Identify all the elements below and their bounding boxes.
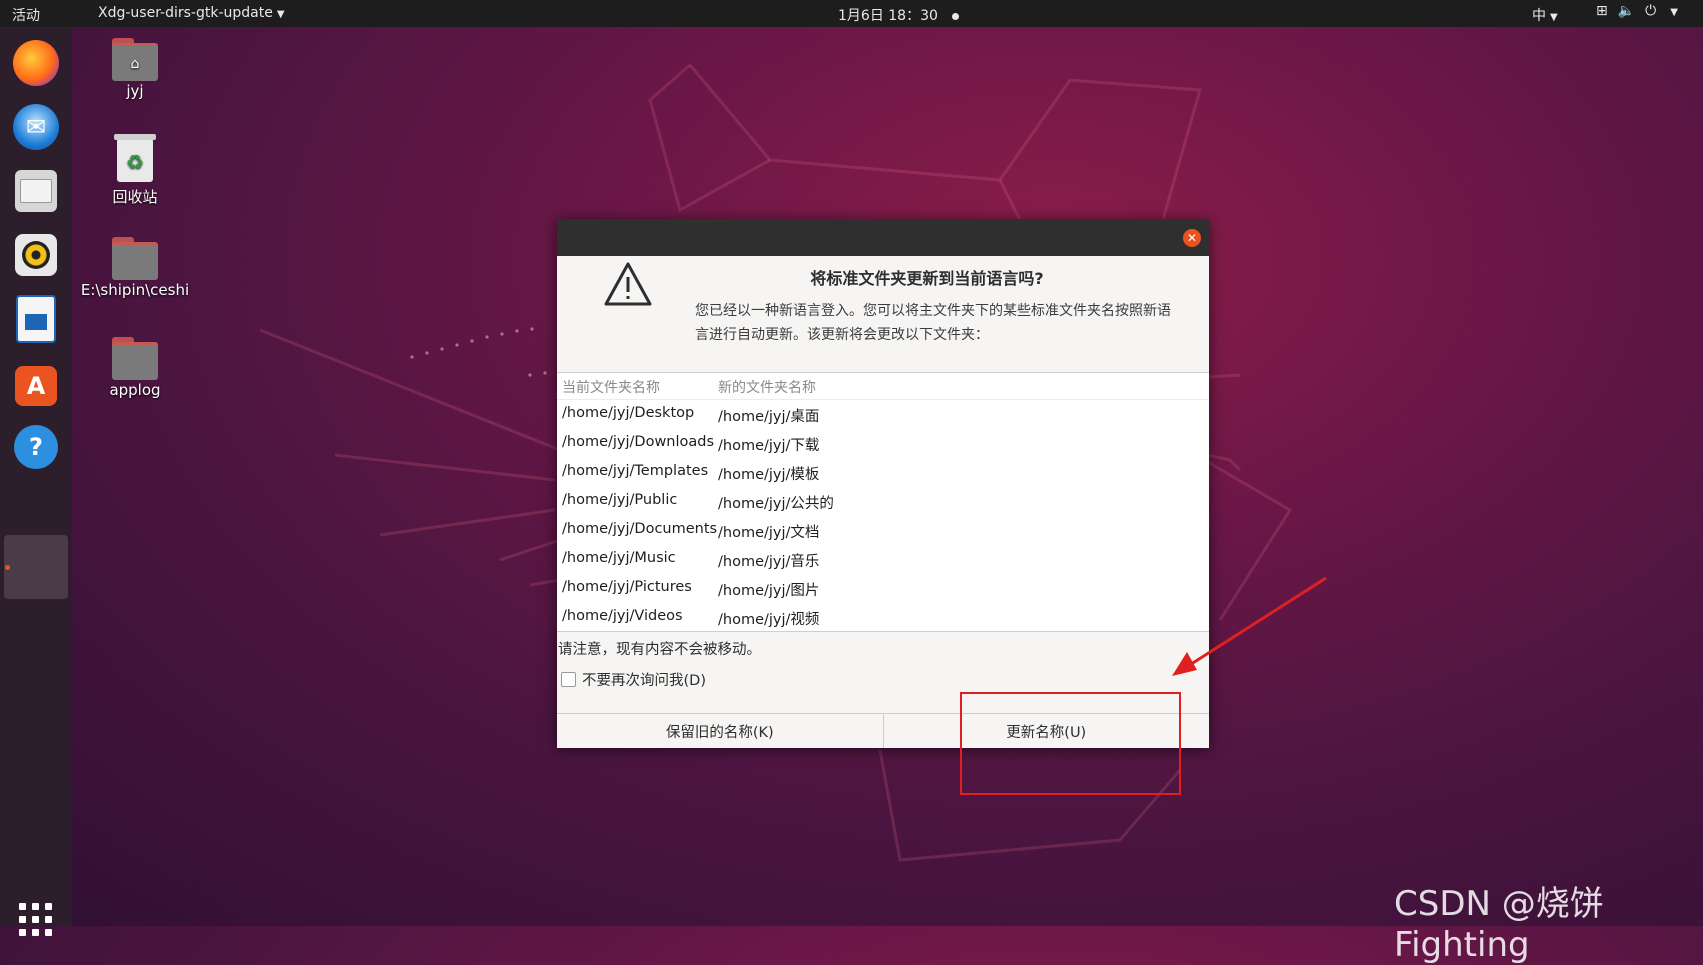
annotation-highlight-box — [960, 692, 1181, 795]
show-applications-icon[interactable] — [19, 903, 53, 937]
home-folder-icon: ⌂ — [112, 38, 158, 81]
new-folder-cell: /home/jyj/文档 — [718, 525, 820, 541]
dock-thunderbird[interactable]: ✉ — [10, 101, 62, 153]
input-method-label: 中 — [1532, 8, 1546, 24]
dock-rhythmbox[interactable] — [10, 229, 62, 281]
dock-files[interactable] — [10, 165, 62, 217]
new-folder-cell: /home/jyj/视频 — [718, 612, 820, 628]
libreoffice-writer-icon — [16, 295, 56, 343]
dock: ✉ A ? — [0, 27, 72, 936]
dock-firefox[interactable] — [10, 37, 62, 89]
running-indicator-icon — [5, 565, 10, 570]
chevron-down-icon: ▼ — [1550, 12, 1558, 23]
dialog-note: 请注意，现有内容不会被移动。 — [558, 642, 761, 658]
firefox-icon — [13, 40, 59, 86]
dialog-description: 您已经以一种新语言登入。您可以将主文件夹下的某些标准文件夹名按照新语言进行自动更… — [695, 303, 1171, 343]
desktop-item-label: jyj — [126, 82, 144, 100]
folder-icon — [112, 337, 158, 380]
table-row[interactable]: /home/jyj/Templates/home/jyj/模板 — [557, 458, 1209, 487]
update-folders-dialog: ✕ 将标准文件夹更新到当前语言吗? 您已经以一种新语言登入。您可以将主文件夹下的… — [557, 219, 1209, 748]
dock-software[interactable]: A — [10, 357, 62, 409]
dialog-heading: 将标准文件夹更新到当前语言吗? — [810, 269, 1044, 288]
clock-label: 1月6日 18：30 — [838, 8, 938, 24]
dock-active-item[interactable] — [4, 535, 68, 599]
app-menu-label: Xdg-user-dirs-gtk-update — [98, 5, 273, 21]
new-folder-cell: /home/jyj/图片 — [718, 583, 820, 599]
column-header-current[interactable]: 当前文件夹名称 — [562, 377, 660, 397]
app-menu[interactable]: Xdg-user-dirs-gtk-update ▼ — [98, 5, 285, 21]
desktop-item-label: 回收站 — [112, 188, 158, 206]
table-row[interactable]: /home/jyj/Videos/home/jyj/视频 — [557, 603, 1209, 632]
current-folder-cell: /home/jyj/Documents — [562, 521, 718, 537]
chevron-down-icon: ▼ — [276, 9, 285, 20]
desktop-item-label: E:\shipin\ceshi — [80, 281, 190, 299]
desktop-folder-ceshi[interactable]: E:\shipin\ceshi — [79, 237, 191, 299]
table-row[interactable]: /home/jyj/Music/home/jyj/音乐 — [557, 545, 1209, 574]
current-folder-cell: /home/jyj/Public — [562, 492, 678, 508]
current-folder-cell: /home/jyj/Pictures — [562, 579, 692, 595]
clock[interactable]: 1月6日 18：30 — [838, 5, 959, 25]
table-row[interactable]: /home/jyj/Desktop/home/jyj/桌面 — [557, 400, 1209, 429]
desktop-trash[interactable]: ♻ 回收站 — [80, 134, 190, 207]
folder-icon — [112, 237, 158, 280]
current-folder-cell: /home/jyj/Desktop — [562, 405, 695, 421]
current-folder-cell: /home/jyj/Videos — [562, 608, 683, 624]
system-tray[interactable]: ⊞🔈⏻ ▼ — [1596, 3, 1688, 19]
dialog-titlebar[interactable]: ✕ — [557, 219, 1209, 256]
table-row[interactable]: /home/jyj/Pictures/home/jyj/图片 — [557, 574, 1209, 603]
column-header-new[interactable]: 新的文件夹名称 — [718, 377, 816, 397]
files-icon — [15, 170, 57, 212]
chevron-down-icon: ▼ — [1670, 7, 1688, 18]
warning-icon — [604, 262, 652, 306]
thunderbird-icon: ✉ — [13, 104, 59, 150]
current-folder-cell: /home/jyj/Downloads — [562, 434, 715, 450]
power-icon: ⏻ — [1645, 3, 1667, 19]
dont-ask-again-checkbox[interactable]: 不要再次询问我(D) — [561, 669, 706, 690]
desktop-item-label: applog — [109, 381, 161, 399]
folder-rename-table: 当前文件夹名称 新的文件夹名称 /home/jyj/Desktop/home/j… — [557, 372, 1209, 632]
ubuntu-software-icon: A — [15, 366, 57, 406]
activities-button[interactable]: 活动 — [12, 5, 40, 25]
close-icon[interactable]: ✕ — [1183, 229, 1201, 247]
current-folder-cell: /home/jyj/Music — [562, 550, 676, 566]
dock-writer[interactable] — [10, 293, 62, 345]
desktop-folder-applog[interactable]: applog — [80, 337, 190, 399]
keep-old-names-button[interactable]: 保留旧的名称(K) — [557, 714, 883, 748]
network-icon: ⊞ — [1596, 3, 1618, 19]
watermark: CSDN @烧饼Fighting — [1394, 884, 1604, 965]
checkbox-label: 不要再次询问我(D) — [582, 673, 706, 689]
table-row[interactable]: /home/jyj/Downloads/home/jyj/下载 — [557, 429, 1209, 458]
dock-help[interactable]: ? — [10, 421, 62, 473]
volume-icon: 🔈 — [1617, 3, 1646, 19]
new-folder-cell: /home/jyj/下载 — [718, 438, 820, 454]
current-folder-cell: /home/jyj/Templates — [562, 463, 709, 479]
trash-icon: ♻ — [114, 134, 156, 182]
new-folder-cell: /home/jyj/模板 — [718, 467, 820, 483]
input-method-menu[interactable]: 中 ▼ — [1532, 5, 1558, 25]
table-row[interactable]: /home/jyj/Documents/home/jyj/文档 — [557, 516, 1209, 545]
checkbox-box[interactable] — [561, 672, 576, 687]
rhythmbox-icon — [15, 234, 57, 276]
top-bar: 活动 Xdg-user-dirs-gtk-update ▼ 1月6日 18：30 … — [0, 0, 1703, 27]
notification-dot-icon — [951, 12, 959, 20]
new-folder-cell: /home/jyj/桌面 — [718, 409, 820, 425]
table-row[interactable]: /home/jyj/Public/home/jyj/公共的 — [557, 487, 1209, 516]
new-folder-cell: /home/jyj/音乐 — [718, 554, 820, 570]
new-folder-cell: /home/jyj/公共的 — [718, 496, 834, 512]
desktop-home-folder[interactable]: ⌂ jyj — [80, 38, 190, 100]
table-header: 当前文件夹名称 新的文件夹名称 — [557, 373, 1209, 400]
help-icon: ? — [14, 425, 58, 469]
